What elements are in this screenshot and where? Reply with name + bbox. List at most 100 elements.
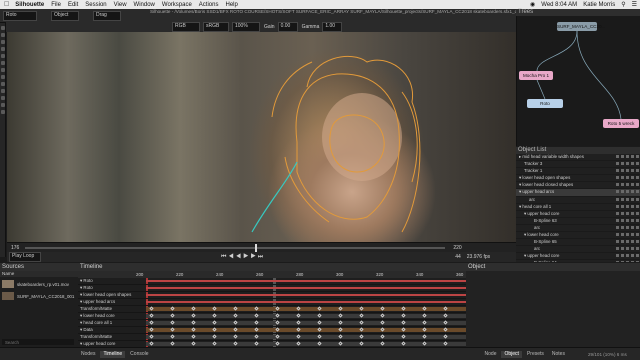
keyframe[interactable]	[233, 306, 238, 311]
keyframe[interactable]	[275, 306, 280, 311]
keyframe[interactable]	[338, 327, 343, 332]
keyframe[interactable]	[338, 306, 343, 311]
brush-tool-icon[interactable]	[1, 89, 5, 93]
keyframe[interactable]	[233, 334, 238, 339]
keyframe[interactable]	[149, 313, 154, 318]
keyframe[interactable]	[275, 320, 280, 325]
keyframe[interactable]	[212, 306, 217, 311]
apple-icon[interactable]: 	[4, 1, 9, 8]
playhead-handle[interactable]	[255, 243, 258, 252]
menu-window[interactable]: Window	[134, 2, 155, 8]
keyframe[interactable]	[443, 327, 448, 332]
object-list-row[interactable]: ▾ upper head core	[516, 211, 640, 218]
object-list-row[interactable]: arc	[516, 246, 640, 254]
keyframe[interactable]	[254, 334, 259, 339]
object-list-row[interactable]: ▾ lower head closed shapes	[516, 182, 640, 190]
timeline-row[interactable]: ▾ upper head arcs	[78, 299, 466, 306]
object-list-row[interactable]: ▾ head core all 1	[516, 204, 640, 211]
keyframe[interactable]	[338, 341, 343, 346]
visibility-toggle-icons[interactable]	[614, 162, 639, 166]
visibility-toggle-icons[interactable]	[614, 176, 639, 180]
keyframe[interactable]	[401, 327, 406, 332]
keyframe[interactable]	[170, 341, 175, 346]
keyframe[interactable]	[191, 334, 196, 339]
keyframe[interactable]	[359, 320, 364, 325]
keyframe[interactable]	[443, 341, 448, 346]
timeline-track[interactable]	[146, 313, 466, 318]
object-list-row[interactable]: ▾ lower head core	[516, 232, 640, 240]
keyframe[interactable]	[401, 320, 406, 325]
current-frame[interactable]: 44	[455, 254, 461, 260]
bspline-tool-icon[interactable]	[1, 40, 5, 44]
visibility-toggle-icons[interactable]	[614, 247, 639, 251]
ellipse-tool-icon[interactable]	[1, 61, 5, 65]
object-list-row[interactable]: arc	[516, 197, 640, 204]
keyframe[interactable]	[275, 327, 280, 332]
keyframe[interactable]	[275, 334, 280, 339]
source-item[interactable]: skateboarders_rp.v01.mov	[0, 279, 78, 289]
keyframe[interactable]	[191, 341, 196, 346]
viewer-canvas[interactable]	[7, 32, 516, 242]
visibility-toggle-icons[interactable]	[614, 254, 639, 258]
object-list-row[interactable]: Tracker 1	[516, 168, 640, 176]
play-mode-select[interactable]: Play Loop	[9, 252, 41, 262]
roto-spline-selected[interactable]	[251, 161, 298, 233]
tab-console[interactable]: Console	[127, 351, 151, 358]
tab-node[interactable]: Node	[482, 351, 500, 358]
keyframe[interactable]	[191, 313, 196, 318]
magnetic-tool-icon[interactable]	[1, 75, 5, 79]
keyframe[interactable]	[380, 313, 385, 318]
tab-timeline[interactable]: Timeline	[100, 350, 126, 358]
keyframe[interactable]	[170, 334, 175, 339]
keyframe[interactable]	[401, 306, 406, 311]
keyframe[interactable]	[401, 313, 406, 318]
timeline-track[interactable]	[146, 320, 466, 325]
visibility-toggle-icons[interactable]	[614, 197, 639, 202]
keyframe[interactable]	[149, 320, 154, 325]
keyframe[interactable]	[359, 313, 364, 318]
keyframe[interactable]	[296, 306, 301, 311]
keyframe[interactable]	[338, 320, 343, 325]
keyframe[interactable]	[212, 341, 217, 346]
keyframe[interactable]	[170, 327, 175, 332]
keyframe[interactable]	[191, 306, 196, 311]
keyframe[interactable]	[317, 306, 322, 311]
tab-presets[interactable]: Presets	[524, 351, 547, 358]
keyframe[interactable]	[359, 341, 364, 346]
wifi-icon[interactable]: ◉	[530, 1, 535, 8]
keyframe[interactable]	[380, 334, 385, 339]
rectangle-tool-icon[interactable]	[1, 68, 5, 72]
menu-edit[interactable]: Edit	[68, 2, 78, 8]
keyframe[interactable]	[401, 334, 406, 339]
menu-actions[interactable]: Actions	[199, 2, 219, 8]
object-list-row[interactable]: B-Spline 63	[516, 218, 640, 225]
keyframe[interactable]	[233, 341, 238, 346]
keyframe[interactable]	[380, 306, 385, 311]
menu-help[interactable]: Help	[225, 2, 237, 8]
keyframe[interactable]	[191, 327, 196, 332]
keyframe[interactable]	[212, 327, 217, 332]
keyframe[interactable]	[212, 320, 217, 325]
keyframe[interactable]	[275, 341, 280, 346]
timeline-ruler[interactable]: 200 220 240 260 280 300 320 340 360	[78, 271, 466, 278]
object-list-row[interactable]: ▾ upper head arcs	[516, 189, 640, 197]
object-list-row[interactable]: ▾ lower head open shapes	[516, 175, 640, 183]
timeline-panel[interactable]: 200 220 240 260 280 300 320 340 360 ▾ Roto ▾ Roto…	[78, 271, 466, 347]
menu-app-name[interactable]: Silhouette	[15, 2, 44, 8]
timeline-row[interactable]: ▾ lower head open shapes	[78, 292, 466, 299]
tab-object[interactable]: Object	[501, 350, 522, 358]
visibility-toggle-icons[interactable]	[614, 211, 639, 216]
menu-view[interactable]: View	[114, 2, 127, 8]
keyframe[interactable]	[317, 334, 322, 339]
gamma-field[interactable]: 1.00	[322, 22, 343, 32]
visibility-toggle-icons[interactable]	[614, 261, 639, 262]
timeline-track[interactable]	[146, 301, 466, 303]
sources-column-name[interactable]: Name	[0, 271, 78, 277]
roto-spline-cheek[interactable]	[284, 156, 330, 223]
keyframe[interactable]	[422, 313, 427, 318]
keyframe[interactable]	[296, 320, 301, 325]
mode-select[interactable]: Object	[51, 10, 79, 21]
keyframe[interactable]	[254, 306, 259, 311]
visibility-toggle-icons[interactable]	[614, 225, 639, 230]
colorspace-select[interactable]: sRGB	[203, 22, 229, 32]
